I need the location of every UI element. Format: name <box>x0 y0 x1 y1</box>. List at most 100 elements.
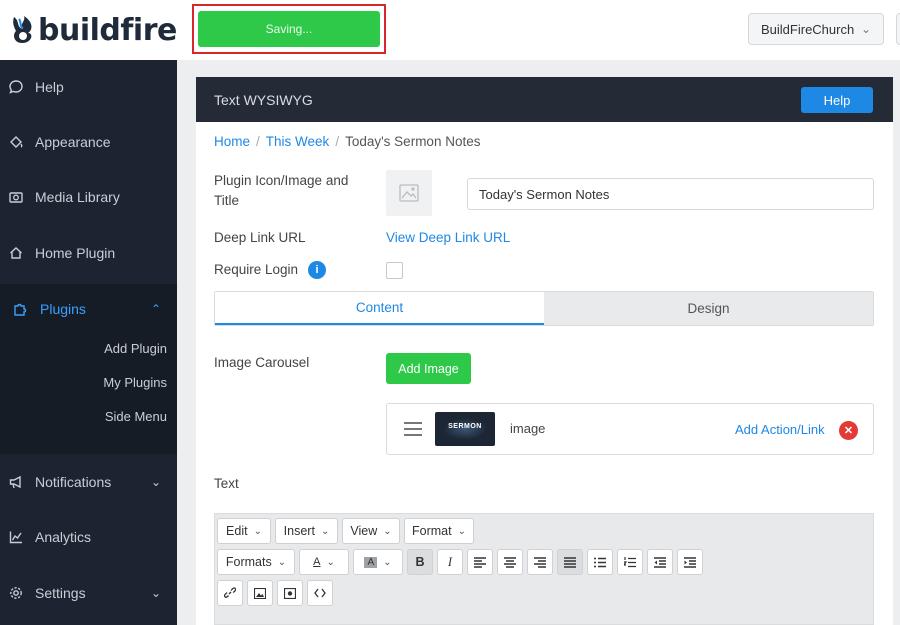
media-icon <box>284 587 296 599</box>
plugin-title-input[interactable]: Today's Sermon Notes <box>467 178 874 210</box>
account-name: BuildFireChurch <box>761 21 855 37</box>
info-icon[interactable]: i <box>308 261 326 279</box>
sidebar-item-analytics[interactable]: Analytics <box>0 512 177 562</box>
carousel-item: SERMON image Add Action/Link ✕ <box>386 403 874 455</box>
tab-content[interactable]: Content <box>215 292 544 325</box>
sidebar-item-appearance[interactable]: Appearance <box>0 117 177 167</box>
bullet-list-icon <box>594 557 606 567</box>
sidebar: Help Appearance Media Library Home Plugi… <box>0 60 177 625</box>
sidebar-item-label: Home Plugin <box>35 245 116 261</box>
drag-handle-icon[interactable] <box>404 422 422 436</box>
align-left-button[interactable] <box>467 549 493 575</box>
icon-title-label: Plugin Icon/Image and Title <box>214 173 349 208</box>
puzzle-icon <box>10 299 30 319</box>
chevron-down-icon: ⌄ <box>150 475 161 489</box>
text-color-icon: A <box>313 556 321 568</box>
plugins-submenu: Add Plugin My Plugins Side Menu <box>0 334 177 454</box>
code-icon <box>314 588 326 598</box>
content-design-tabs: Content Design <box>214 291 874 326</box>
wysiwyg-editor: Edit ⌄ Insert ⌄ View ⌄ Format ⌄ Formats ⌄ A ⌄ … <box>214 513 874 625</box>
help-button[interactable]: Help <box>801 87 873 113</box>
sidebar-item-label: Media Library <box>35 189 120 205</box>
insert-media-button[interactable] <box>277 580 303 606</box>
require-login-label: Require Login <box>214 262 299 277</box>
top-bar: buildfire Saving... BuildFireChurch ⌄ <box>0 0 900 60</box>
source-code-button[interactable] <box>307 580 333 606</box>
chevron-down-icon: ⌄ <box>320 525 330 537</box>
chevron-down-icon: ⌄ <box>383 525 392 537</box>
submenu-item-add-plugin[interactable]: Add Plugin <box>104 341 167 356</box>
bold-button[interactable]: B <box>407 549 433 575</box>
carousel-item-name: image <box>510 421 546 436</box>
account-dropdown[interactable]: BuildFireChurch ⌄ <box>748 13 884 45</box>
chevron-down-icon: ⌄ <box>860 22 871 36</box>
menu-edit[interactable]: Edit ⌄ <box>217 518 271 544</box>
plugin-icon-picker[interactable] <box>386 170 432 216</box>
submenu-item-my-plugins[interactable]: My Plugins <box>103 375 167 390</box>
sidebar-item-label: Help <box>35 79 64 95</box>
saving-button[interactable]: Saving... <box>198 11 380 47</box>
sidebar-item-home-plugin[interactable]: Home Plugin <box>0 228 177 278</box>
align-left-icon <box>474 556 486 568</box>
chevron-down-icon: ⌄ <box>383 556 392 568</box>
chevron-down-icon: ⌄ <box>457 525 466 537</box>
chevron-down-icon: ⌄ <box>150 586 161 600</box>
sidebar-item-plugins[interactable]: Plugins ⌃ <box>0 284 177 334</box>
italic-button[interactable]: I <box>437 549 463 575</box>
insert-image-button[interactable] <box>247 580 273 606</box>
align-right-button[interactable] <box>527 549 553 575</box>
megaphone-icon <box>6 472 26 492</box>
chat-bubble-icon <box>6 77 26 97</box>
saving-highlight: Saving... <box>192 4 386 54</box>
sidebar-item-label: Notifications <box>35 474 112 490</box>
house-icon <box>6 243 26 263</box>
brand-name: buildfire <box>38 12 177 48</box>
image-icon <box>254 587 266 599</box>
flame-logo-icon <box>10 15 36 45</box>
sidebar-item-media-library[interactable]: Media Library <box>0 172 177 222</box>
chevron-down-icon: ⌄ <box>326 556 335 568</box>
menu-view[interactable]: View ⌄ <box>342 518 400 544</box>
background-color-button[interactable]: A ⌄ <box>353 549 403 575</box>
text-label: Text <box>214 476 239 491</box>
insert-link-button[interactable] <box>217 580 243 606</box>
indent-icon <box>684 556 696 568</box>
gear-icon <box>6 583 26 603</box>
align-center-button[interactable] <box>497 549 523 575</box>
deep-link-label: Deep Link URL <box>214 230 306 245</box>
breadcrumb-home[interactable]: Home <box>214 134 250 149</box>
add-image-button[interactable]: Add Image <box>386 353 471 384</box>
numbered-list-button[interactable] <box>617 549 643 575</box>
indent-button[interactable] <box>677 549 703 575</box>
sidebar-item-settings[interactable]: Settings ⌄ <box>0 568 177 618</box>
breadcrumb-separator: / <box>256 134 260 149</box>
menu-format[interactable]: Format ⌄ <box>404 518 474 544</box>
formats-dropdown[interactable]: Formats ⌄ <box>217 549 295 575</box>
chevron-up-icon: ⌃ <box>150 302 161 316</box>
align-center-icon <box>504 556 516 568</box>
plugin-panel: Text WYSIWYG Help Home / This Week / Today's… <box>196 77 893 625</box>
view-deep-link-url-link[interactable]: View Deep Link URL <box>386 230 510 245</box>
breadcrumb-separator: / <box>335 134 340 149</box>
camera-icon <box>6 187 26 207</box>
bullet-list-button[interactable] <box>587 549 613 575</box>
tab-design[interactable]: Design <box>544 292 873 325</box>
sidebar-item-label: Plugins <box>40 301 86 317</box>
require-login-checkbox[interactable] <box>386 262 403 279</box>
brand-logo[interactable]: buildfire <box>10 8 177 52</box>
align-justify-button[interactable] <box>557 549 583 575</box>
add-action-link[interactable]: Add Action/Link <box>735 422 825 437</box>
text-color-button[interactable]: A ⌄ <box>299 549 349 575</box>
numbered-list-icon <box>624 556 636 567</box>
panel-header: Text WYSIWYG Help <box>196 77 893 122</box>
breadcrumb-this-week[interactable]: This Week <box>266 134 330 149</box>
topbar-extra-button[interactable] <box>896 13 900 45</box>
remove-item-icon[interactable]: ✕ <box>839 421 858 440</box>
paint-bucket-icon <box>6 132 26 152</box>
sidebar-item-notifications[interactable]: Notifications ⌄ <box>0 457 177 507</box>
submenu-item-side-menu[interactable]: Side Menu <box>105 409 167 424</box>
outdent-icon <box>654 556 666 568</box>
menu-insert[interactable]: Insert ⌄ <box>275 518 338 544</box>
sidebar-item-help[interactable]: Help <box>0 62 177 112</box>
outdent-button[interactable] <box>647 549 673 575</box>
